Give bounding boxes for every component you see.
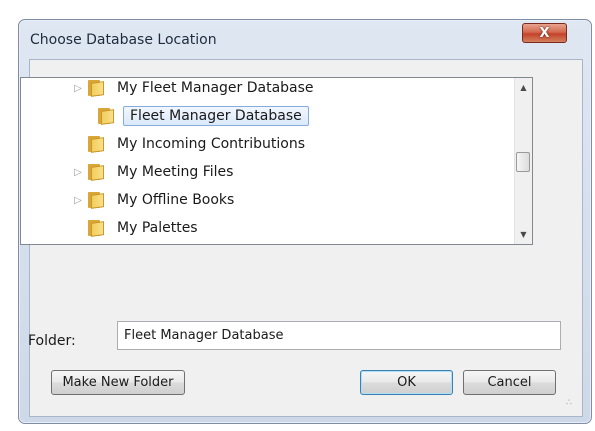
title-bar[interactable]: Choose Database Location X	[19, 20, 591, 58]
tree-item-fleet-manager-database[interactable]: Fleet Manager Database	[97, 103, 309, 129]
close-icon: X	[539, 25, 550, 41]
expand-arrow-icon[interactable]: ▷	[73, 195, 83, 206]
tree-vertical-scrollbar[interactable]: ▲ ▼	[514, 78, 532, 244]
dialog-title: Choose Database Location	[30, 32, 217, 48]
cancel-button[interactable]: Cancel	[463, 370, 556, 395]
scroll-down-arrow-icon[interactable]: ▼	[515, 226, 532, 243]
expand-arrow-icon[interactable]: ▷	[73, 83, 83, 94]
folder-tree[interactable]: ▷ My Fleet Manager Database Fleet Manage…	[20, 77, 533, 245]
folder-name-input[interactable]	[117, 321, 561, 350]
close-button[interactable]: X	[522, 23, 567, 43]
ok-button[interactable]: OK	[360, 370, 453, 395]
scroll-thumb[interactable]	[516, 152, 530, 172]
resize-grip-icon[interactable]: ∴	[566, 398, 572, 408]
tree-item-my-incoming-contributions[interactable]: My Incoming Contributions	[73, 131, 309, 157]
expand-arrow-icon[interactable]: ▷	[73, 167, 83, 178]
folder-icon	[87, 192, 105, 209]
tree-item-label: My Palettes	[117, 220, 198, 236]
tree-item-label: Fleet Manager Database	[123, 106, 309, 126]
tree-item-my-fleet-manager-database[interactable]: ▷ My Fleet Manager Database	[73, 78, 318, 101]
tree-item-label: My Incoming Contributions	[117, 136, 306, 152]
folder-icon	[97, 108, 115, 125]
folder-icon	[87, 220, 105, 237]
tree-item-my-offline-books[interactable]: ▷ My Offline Books	[73, 187, 238, 213]
folder-icon	[87, 136, 105, 153]
tree-item-label: My Meeting Files	[117, 164, 234, 180]
folder-icon	[87, 80, 105, 97]
make-new-folder-button[interactable]: Make New Folder	[51, 370, 185, 395]
tree-item-label: My Offline Books	[117, 192, 235, 208]
tree-item-my-palettes[interactable]: My Palettes	[73, 215, 202, 241]
folder-field-label: Folder:	[28, 333, 76, 349]
folder-icon	[87, 164, 105, 181]
scroll-up-arrow-icon[interactable]: ▲	[515, 79, 532, 96]
tree-item-my-meeting-files[interactable]: ▷ My Meeting Files	[73, 159, 237, 185]
tree-item-label: My Fleet Manager Database	[117, 80, 314, 96]
